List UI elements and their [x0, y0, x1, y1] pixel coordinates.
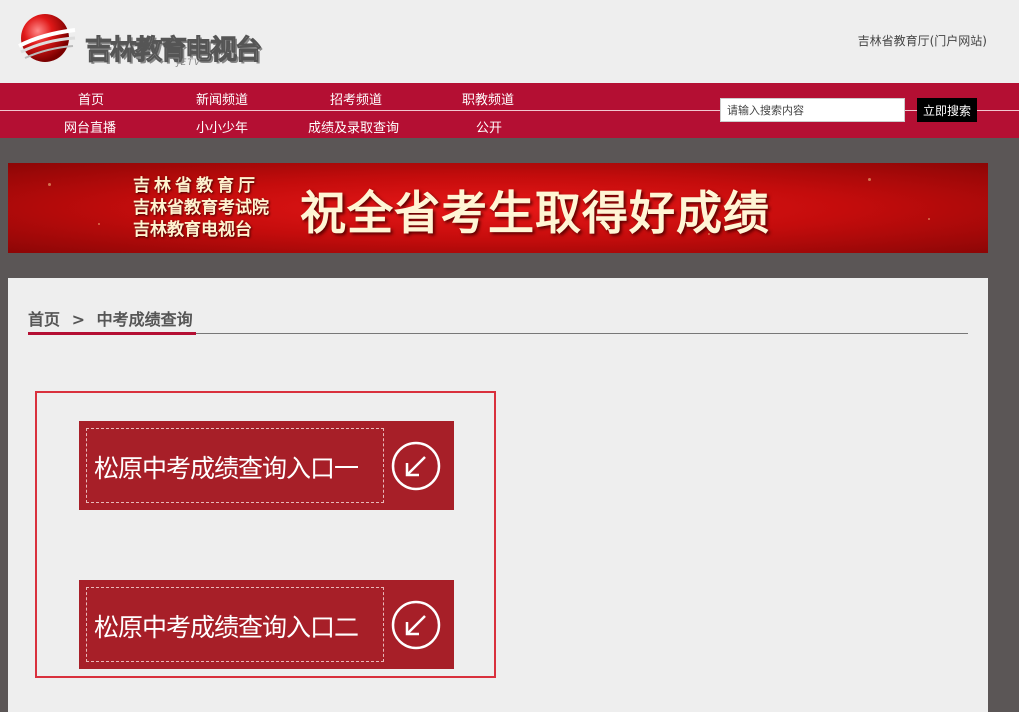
breadcrumb-home[interactable]: 首页 [28, 310, 60, 329]
logo-ball-icon [18, 14, 76, 62]
nav-item-news[interactable]: 新闻频道 [196, 89, 248, 108]
banner-org-2: 吉林省教育考试院 [133, 198, 269, 218]
banner-org-1: 吉林省教育厅 [133, 176, 259, 196]
breadcrumb-separator: > [71, 310, 85, 329]
entry-dashed-frame: 松原中考成绩查询入口二 [86, 587, 384, 662]
search-input[interactable] [720, 98, 905, 122]
search-button[interactable]: 立即搜索 [917, 98, 977, 122]
banner-slogan: 祝全省考生取得好成绩 [300, 186, 770, 240]
nav-item-exams[interactable]: 招考频道 [330, 89, 382, 108]
logo-text: 吉林教育电视台 [85, 35, 263, 67]
nav-item-home[interactable]: 首页 [78, 89, 104, 108]
arrow-down-left-circle-icon [391, 600, 441, 650]
site-header: 吉林教育电视台 JETV 吉林省教育厅(门户网站) [0, 0, 1019, 83]
entry-button-2[interactable]: 松原中考成绩查询入口二 [79, 580, 454, 669]
nav-item-score-query[interactable]: 成绩及录取查询 [308, 117, 399, 136]
content-panel: 首页 > 中考成绩查询 松原中考成绩查询入口一 松原中考成绩查询入口二 [8, 278, 988, 712]
banner-organizations: 吉林省教育厅 吉林省教育考试院 吉林教育电视台 [133, 175, 269, 241]
entry-button-1[interactable]: 松原中考成绩查询入口一 [79, 421, 454, 510]
breadcrumb: 首页 > 中考成绩查询 [28, 306, 193, 330]
site-logo[interactable]: 吉林教育电视台 JETV [17, 10, 267, 72]
entry-label-2: 松原中考成绩查询入口二 [94, 613, 359, 642]
arrow-down-left-circle-icon [391, 441, 441, 491]
nav-item-vocational[interactable]: 职教频道 [462, 89, 514, 108]
nav-item-live[interactable]: 网台直播 [64, 117, 116, 136]
portal-link[interactable]: 吉林省教育厅(门户网站) [858, 32, 987, 49]
nav-item-public[interactable]: 公开 [476, 117, 502, 136]
logo-subtext: JETV [177, 58, 201, 68]
nav-item-youth[interactable]: 小小少年 [196, 117, 248, 136]
banner-org-3: 吉林教育电视台 [133, 220, 252, 240]
entry-dashed-frame: 松原中考成绩查询入口一 [86, 428, 384, 503]
entry-container: 松原中考成绩查询入口一 松原中考成绩查询入口二 [35, 391, 496, 678]
breadcrumb-current: 中考成绩查询 [96, 310, 193, 329]
entry-label-1: 松原中考成绩查询入口一 [94, 454, 359, 483]
breadcrumb-underline [28, 332, 196, 335]
banner: 吉林省教育厅 吉林省教育考试院 吉林教育电视台 祝全省考生取得好成绩 [8, 163, 988, 253]
